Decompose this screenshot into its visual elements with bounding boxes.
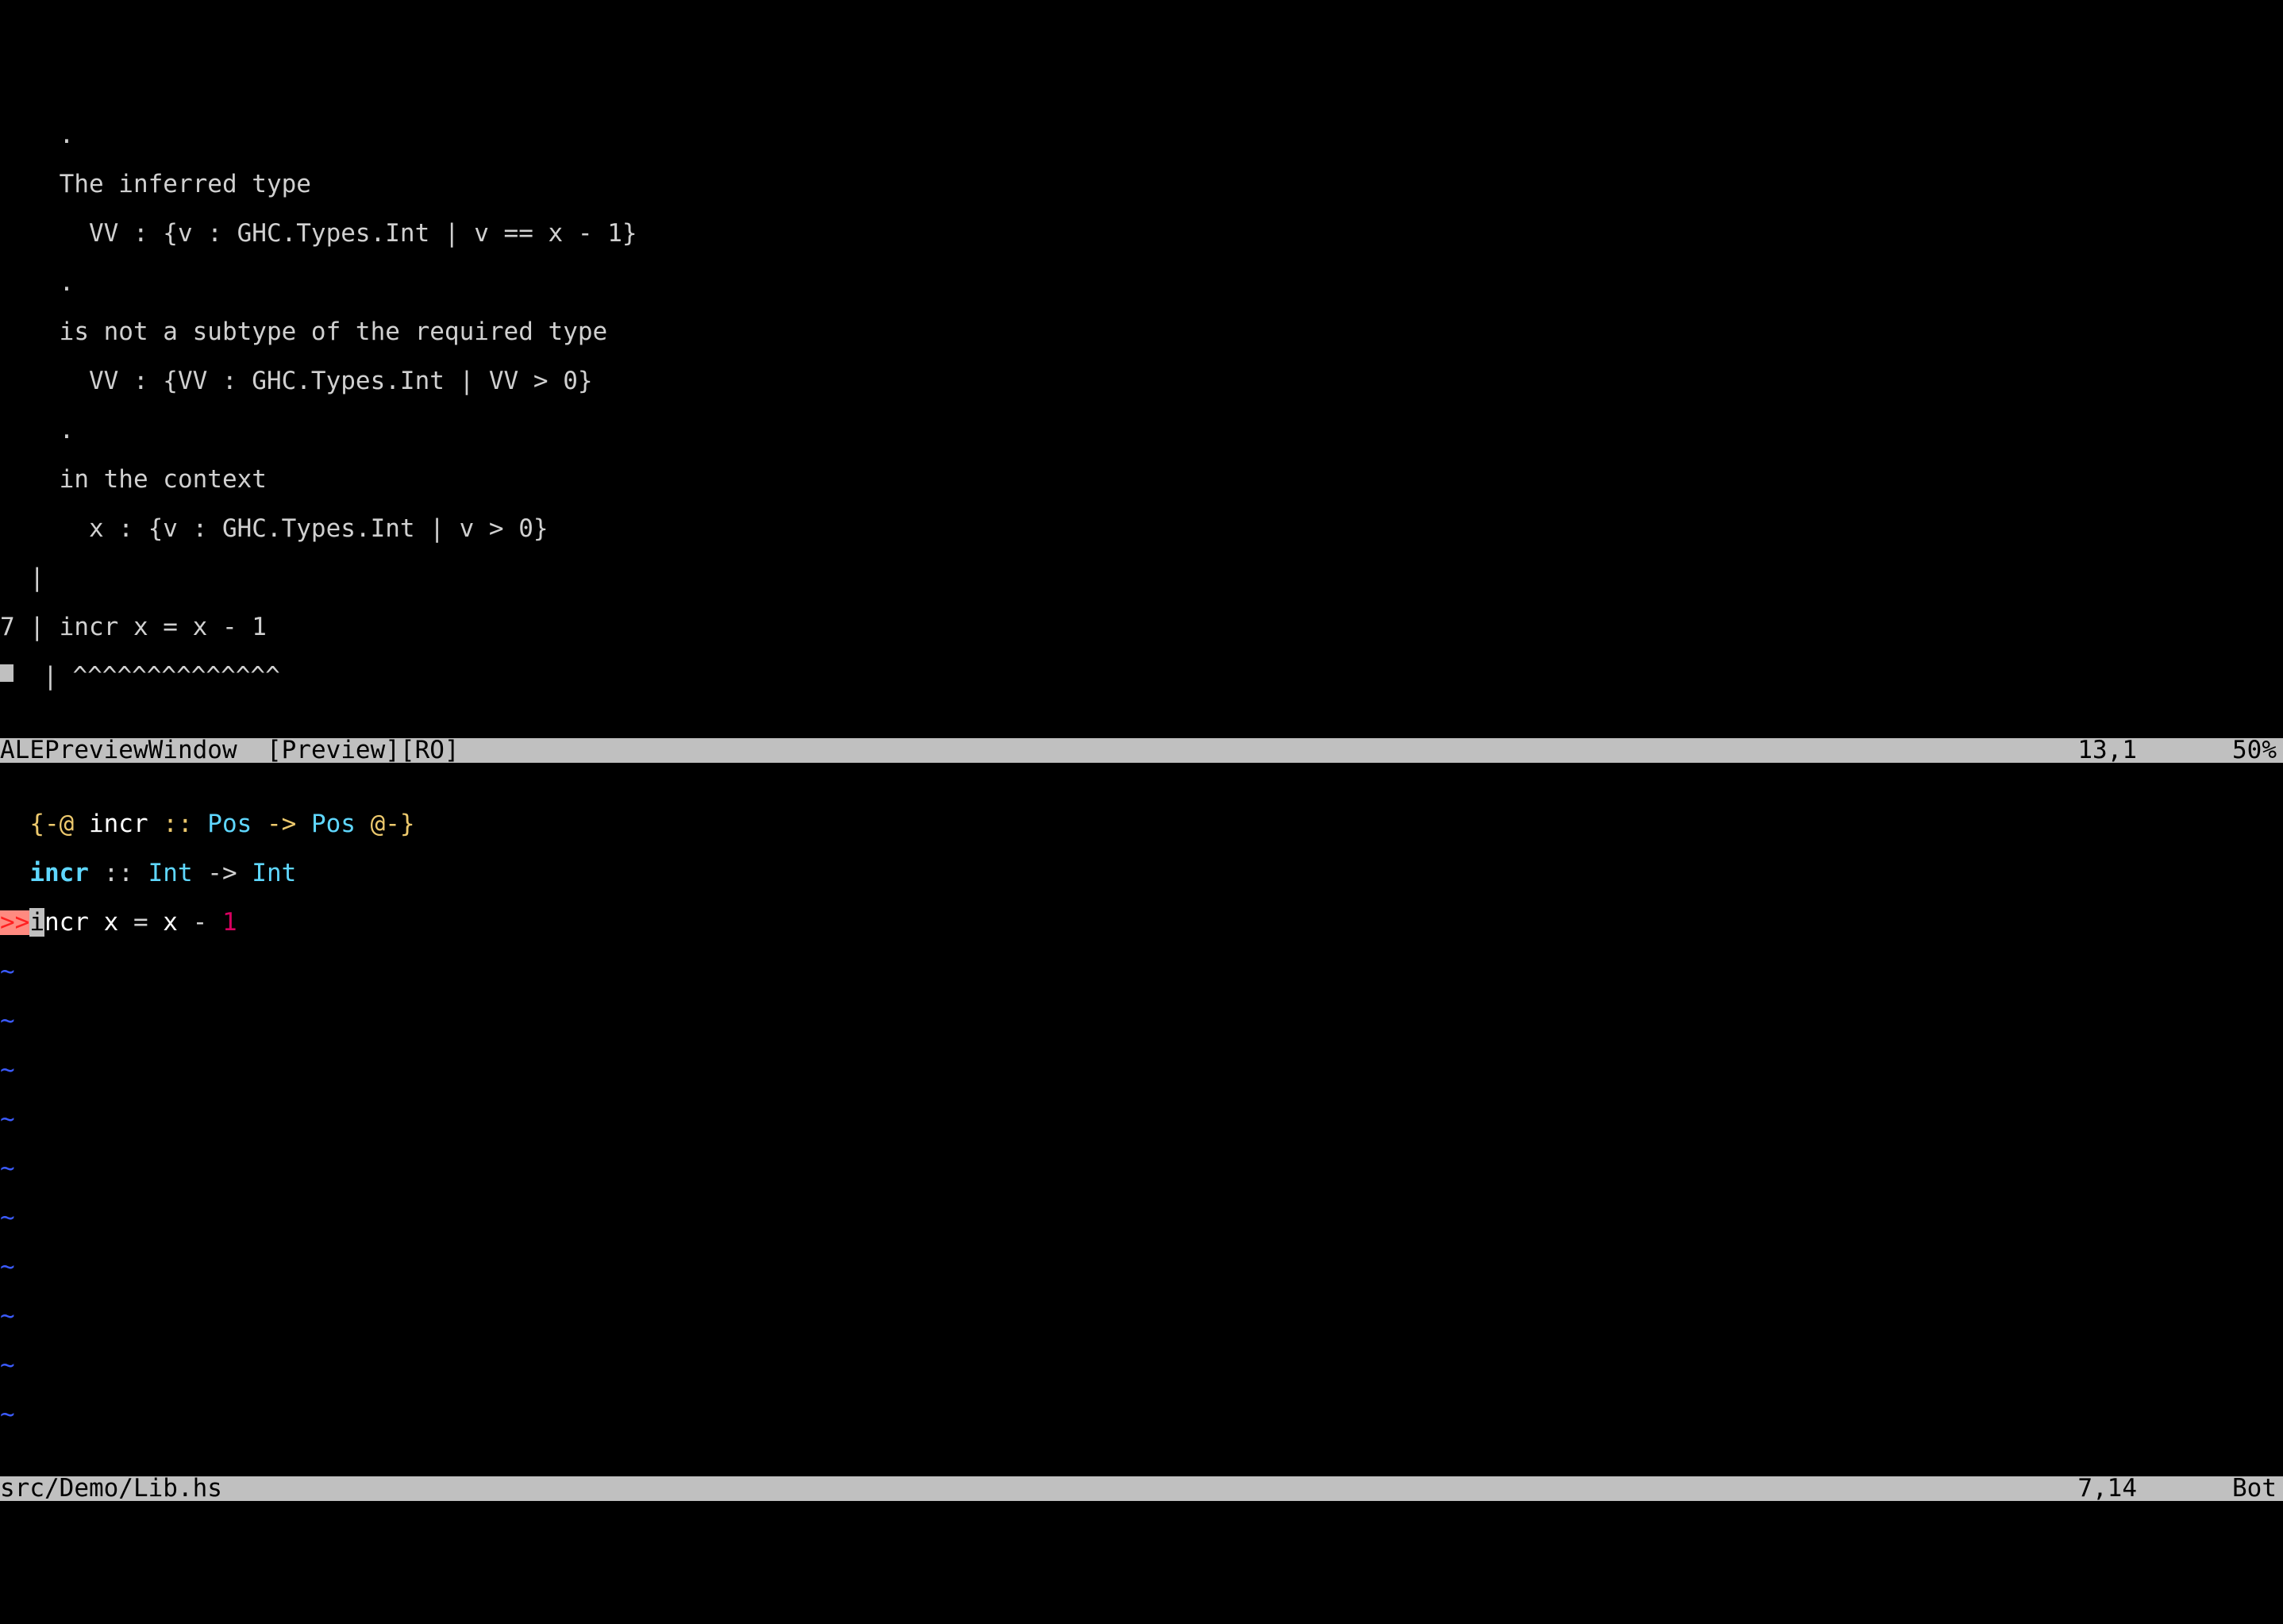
sign-column bbox=[0, 812, 29, 837]
empty-line: ~ bbox=[0, 1255, 2283, 1280]
truncated-cursor bbox=[0, 664, 13, 682]
error-sign: >> bbox=[0, 910, 29, 935]
empty-line: ~ bbox=[0, 960, 2283, 984]
preview-line: . bbox=[0, 123, 2283, 148]
empty-line: ~ bbox=[0, 1058, 2283, 1083]
editor-ruler: 7,14 bbox=[2077, 1476, 2232, 1501]
empty-line: ~ bbox=[0, 1403, 2283, 1427]
preview-line: VV : {VV : GHC.Types.Int | VV > 0} bbox=[0, 369, 2283, 394]
preview-line: x : {v : GHC.Types.Int | v > 0} bbox=[0, 517, 2283, 541]
filename: src/Demo/Lib.hs bbox=[0, 1474, 222, 1503]
preview-line: is not a subtype of the required type bbox=[0, 320, 2283, 344]
cursor: i bbox=[29, 908, 44, 937]
preview-buffer-name: ALEPreviewWindow bbox=[0, 736, 237, 764]
preview-line: 7 | incr x = x - 1 bbox=[0, 615, 2283, 640]
empty-line: ~ bbox=[0, 1353, 2283, 1378]
preview-line: The inferred type bbox=[0, 172, 2283, 197]
sign-column bbox=[0, 861, 29, 886]
empty-line: ~ bbox=[0, 1206, 2283, 1230]
preview-ruler: 13,1 bbox=[2077, 738, 2232, 763]
preview-pct: 50% bbox=[2232, 738, 2283, 763]
preview-line: in the context bbox=[0, 468, 2283, 492]
preview-line: VV : {v : GHC.Types.Int | v == x - 1} bbox=[0, 221, 2283, 246]
editor-pane[interactable]: {-@ incr :: Pos -> Pos @-} incr :: Int -… bbox=[0, 787, 2283, 1452]
preview-statusline: ALEPreviewWindow [Preview][RO] 13,150% bbox=[0, 738, 2283, 763]
code-line-definition: >>incr x = x - 1 bbox=[0, 910, 2283, 935]
preview-line: . bbox=[0, 418, 2283, 443]
preview-flags: [Preview][RO] bbox=[267, 736, 460, 764]
empty-line: ~ bbox=[0, 1107, 2283, 1132]
empty-line: ~ bbox=[0, 1156, 2283, 1181]
preview-line-carets: | ^^^^^^^^^^^^^^ bbox=[0, 664, 2283, 689]
code-line-signature: incr :: Int -> Int bbox=[0, 861, 2283, 886]
empty-line: ~ bbox=[0, 1304, 2283, 1329]
editor-pct: Bot bbox=[2232, 1476, 2283, 1501]
editor-statusline: src/Demo/Lib.hs 7,14Bot bbox=[0, 1476, 2283, 1501]
preview-line: . bbox=[0, 271, 2283, 295]
empty-line: ~ bbox=[0, 1009, 2283, 1033]
preview-pane[interactable]: . The inferred type VV : {v : GHC.Types.… bbox=[0, 98, 2283, 714]
preview-line: | bbox=[0, 566, 2283, 591]
code-line-annotation: {-@ incr :: Pos -> Pos @-} bbox=[0, 812, 2283, 837]
